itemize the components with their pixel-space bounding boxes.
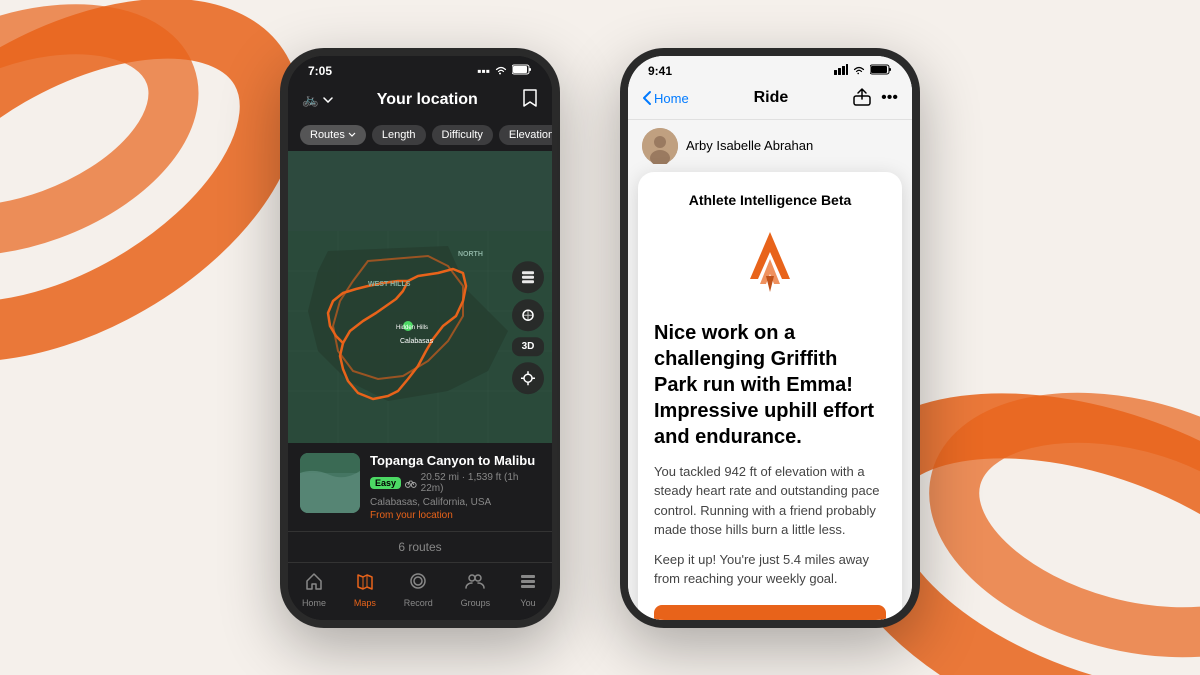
route-distance: 20.52 mi · 1,539 ft (1h 22m) [421,472,540,494]
record-icon [408,571,428,596]
elevation-filter-button[interactable]: Elevation [499,125,552,145]
right-wifi-icon [852,64,866,78]
layers-button[interactable] [512,261,544,293]
svg-text:Hidden Hills: Hidden Hills [396,325,428,331]
routes-filter-button[interactable]: Routes [300,125,366,145]
routes-chevron-icon [348,132,356,137]
bottom-nav: Home Maps Record [288,562,552,620]
map-overlay-buttons: 3D [512,261,544,394]
nav-you[interactable]: You [518,571,538,608]
right-phone: 9:41 Home [620,48,920,628]
left-phone: 7:05 ▪▪▪ 🚲 Your location [280,48,560,628]
nav-you-label: You [520,598,535,608]
bike-icon: 🚲 [302,92,319,108]
bike-dropdown-button[interactable]: 🚲 [302,92,333,108]
avatar [642,128,678,164]
back-button[interactable]: Home [642,90,689,106]
signal-icon: ▪▪▪ [477,64,490,78]
routes-count: 6 routes [398,540,441,554]
right-nav-actions: ••• [853,86,898,111]
wifi-icon [494,64,508,78]
svg-text:WEST HILLS: WEST HILLS [368,281,411,288]
main-message: Nice work on a challenging Griffith Park… [654,320,886,450]
left-top-bar: 🚲 Your location [288,82,552,119]
left-status-bar: 7:05 ▪▪▪ [288,56,552,82]
right-time: 9:41 [648,64,672,78]
chevron-down-icon [323,97,333,103]
bookmark-button[interactable] [522,88,538,113]
battery-icon [512,64,532,78]
3d-button[interactable]: 3D [512,337,544,356]
route-card[interactable]: Topanga Canyon to Malibu Easy 20.52 mi ·… [288,443,552,531]
route-badges: Easy 20.52 mi · 1,539 ft (1h 22m) [370,472,540,494]
bike-small-icon [405,477,417,489]
sub-message-1: You tackled 942 ft of elevation with a s… [654,462,886,540]
map-style-button[interactable] [512,299,544,331]
svg-text:NORTH: NORTH [458,251,483,258]
nav-record-label: Record [404,598,433,608]
location-title: Your location [377,91,478,109]
athlete-intelligence-modal: Athlete Intelligence Beta Nice work on a… [638,172,902,620]
length-filter-label: Length [382,129,416,141]
nav-home[interactable]: Home [302,571,326,608]
profile-row: Arby Isabelle Abrahan [628,120,912,172]
share-button[interactable] [853,86,871,111]
nav-groups-label: Groups [461,598,491,608]
profile-icon [518,571,538,596]
keep-it-up-message: Keep it up! You're just 5.4 miles away f… [654,550,886,589]
more-button[interactable]: ••• [881,89,898,107]
route-name: Topanga Canyon to Malibu [370,453,540,468]
profile-name: Arby Isabelle Abrahan [686,138,813,153]
elevation-filter-label: Elevation [509,129,552,141]
athlete-intelligence-logo [730,224,810,304]
difficulty-filter-button[interactable]: Difficulty [432,125,493,145]
difficulty-badge: Easy [370,477,401,489]
nav-home-label: Home [302,598,326,608]
nav-record[interactable]: Record [404,571,433,608]
maps-icon [355,571,375,596]
left-status-icons: ▪▪▪ [477,64,532,78]
svg-text:Calabasas: Calabasas [400,338,434,345]
my-location-button[interactable] [512,362,544,394]
modal-title: Athlete Intelligence Beta [689,192,852,208]
route-from-location: From your location [370,510,540,521]
left-time: 7:05 [308,64,332,78]
right-status-icons [834,64,892,78]
nav-maps[interactable]: Maps [354,571,376,608]
route-location: Calabasas, California, USA [370,497,540,508]
right-nav-title: Ride [754,89,789,107]
routes-filter-label: Routes [310,129,345,141]
got-it-button[interactable]: Got It [654,605,886,620]
route-info: Topanga Canyon to Malibu Easy 20.52 mi ·… [370,453,540,521]
length-filter-button[interactable]: Length [372,125,426,145]
home-icon [304,571,324,596]
nav-maps-label: Maps [354,598,376,608]
right-status-bar: 9:41 [628,56,912,82]
right-signal-icon [834,64,848,78]
back-chevron-icon [642,90,652,106]
routes-count-bar: 6 routes [288,531,552,562]
main-content: 7:05 ▪▪▪ 🚲 Your location [0,0,1200,675]
nav-groups[interactable]: Groups [461,571,491,608]
filter-bar: Routes Length Difficulty Elevation [288,119,552,151]
map-area[interactable]: WEST HILLS Hidden Hills Calabasas NORTH … [288,151,552,531]
right-top-nav: Home Ride ••• [628,82,912,120]
right-battery-icon [870,64,892,78]
more-dots-icon: ••• [881,89,898,106]
route-thumbnail [300,453,360,513]
difficulty-filter-label: Difficulty [442,129,483,141]
groups-icon [465,571,485,596]
back-label: Home [654,91,689,106]
